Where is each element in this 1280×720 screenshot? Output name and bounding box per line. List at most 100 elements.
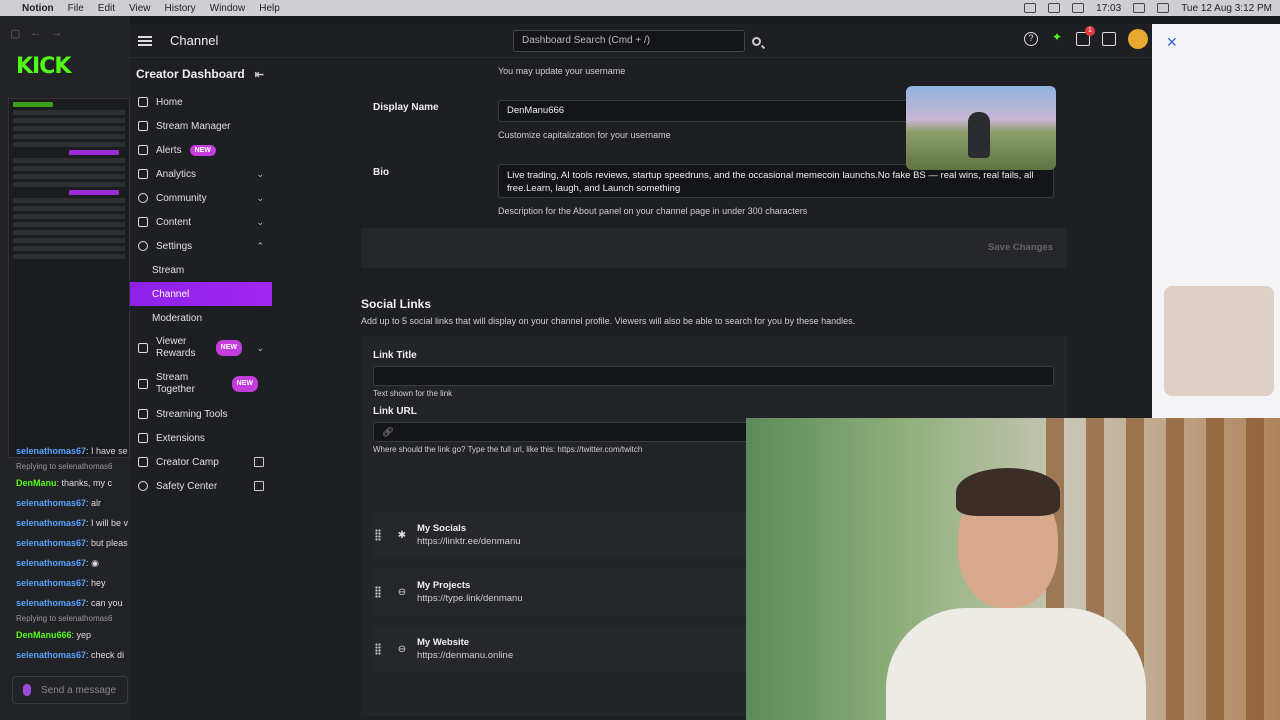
screen-thumbnail xyxy=(8,98,130,458)
username-hint: You may update your username xyxy=(498,66,626,76)
drag-handle-icon[interactable] xyxy=(375,643,381,655)
battery-icon[interactable] xyxy=(1157,3,1170,13)
chat-message: selenathomas67: I have se xyxy=(16,446,128,456)
chat-message: DenManu: thanks, my c xyxy=(16,478,113,488)
save-changes-button[interactable]: Save Changes xyxy=(988,242,1053,253)
date-text: Tue 12 Aug 3:12 PM xyxy=(1181,2,1272,14)
page-title: Channel xyxy=(170,33,219,48)
users-icon xyxy=(138,379,148,389)
chat-message: DenManu666: yep xyxy=(16,630,92,640)
link-url-label: Link URL xyxy=(373,406,417,417)
external-link-icon xyxy=(254,481,264,491)
chat-list: selenathomas67: I have se Replying to se… xyxy=(0,441,130,711)
bookmark-icon[interactable] xyxy=(1102,32,1116,46)
menu-window[interactable]: Window xyxy=(210,3,246,14)
sparkle-icon[interactable]: ✦ xyxy=(1050,31,1064,46)
sidebar-item-stream-together[interactable]: Stream Together NEW xyxy=(130,366,272,402)
bio-label: Bio xyxy=(373,167,390,178)
sidebar-item-stream[interactable]: Stream xyxy=(130,258,272,282)
chat-reply-context: Replying to selenathomas6 xyxy=(16,614,113,623)
menu-icon[interactable] xyxy=(138,35,152,46)
search-button[interactable] xyxy=(747,30,765,52)
chat-message: selenathomas67: ◉ xyxy=(16,558,99,568)
sidebar-item-stream-manager[interactable]: Stream Manager xyxy=(130,114,272,138)
menu-file[interactable]: File xyxy=(68,3,84,14)
social-links-heading: Social Links xyxy=(361,297,432,311)
gift-icon xyxy=(138,343,148,353)
home-icon xyxy=(138,97,148,107)
status-icon[interactable] xyxy=(1024,3,1037,13)
link-icon: ⊖ xyxy=(397,643,407,655)
chevron-down-icon: ⌄ xyxy=(256,168,264,179)
display-name-label: Display Name xyxy=(373,102,439,113)
menu-history[interactable]: History xyxy=(165,3,196,14)
sidebar-item-safety-center[interactable]: Safety Center xyxy=(130,474,272,498)
kick-logo: KICK xyxy=(16,54,71,79)
emote-icon: ◉ xyxy=(91,558,99,568)
sidebar-item-extensions[interactable]: Extensions xyxy=(130,426,272,450)
notification-badge: 1 xyxy=(1085,26,1095,36)
sidebar-heading: Creator Dashboard xyxy=(136,67,245,81)
drag-handle-icon[interactable] xyxy=(375,586,381,598)
chat-message: selenathomas67: hey xyxy=(16,578,106,588)
content-icon xyxy=(138,217,148,227)
screen-icon[interactable] xyxy=(1048,3,1061,13)
link-title-label: Link Title xyxy=(373,350,417,361)
sidebar-item-analytics[interactable]: Analytics ⌄ xyxy=(130,162,272,186)
link-icon: 🔗︎ xyxy=(382,427,395,438)
screen-share-panel: ▢ ← → KICK selenathomas67: I have se Rep… xyxy=(0,16,130,720)
sidebar-item-home[interactable]: Home xyxy=(130,90,272,114)
forward-icon[interactable]: → xyxy=(51,27,62,39)
camp-icon xyxy=(138,457,148,467)
avatar[interactable] xyxy=(1128,29,1148,49)
stream-manager-icon xyxy=(138,121,148,131)
link-title-input[interactable] xyxy=(373,366,1054,386)
side-app-panel: ✕ xyxy=(1152,24,1280,418)
mic-icon[interactable] xyxy=(23,684,31,696)
social-link-row[interactable]: ⊖ My Projects https://type.link/denmanu xyxy=(373,569,753,615)
chat-message: selenathomas67: but pleas xyxy=(16,538,128,548)
link-url-hint: Where should the link go? Type the full … xyxy=(373,445,643,454)
chat-message: selenathomas67: I will be v xyxy=(16,518,129,528)
webcam-thumbnail xyxy=(1164,286,1274,396)
menu-edit[interactable]: Edit xyxy=(98,3,115,14)
sidebar-item-alerts[interactable]: Alerts NEW xyxy=(130,138,272,162)
social-link-row[interactable]: ✱ My Socials https://linktr.ee/denmanu xyxy=(373,512,753,558)
menu-view[interactable]: View xyxy=(129,3,151,14)
external-link-icon xyxy=(254,457,264,467)
sidebar-item-viewer-rewards[interactable]: Viewer Rewards NEW ⌄ xyxy=(130,330,272,366)
sidebar-toggle-icon[interactable]: ▢ xyxy=(10,27,20,40)
sidebar-item-community[interactable]: Community ⌄ xyxy=(130,186,272,210)
sidebar-item-content[interactable]: Content ⌄ xyxy=(130,210,272,234)
chat-message: selenathomas67: can you xyxy=(16,598,123,608)
dashboard-search-input[interactable]: Dashboard Search (Cmd + /) xyxy=(513,30,745,52)
help-icon[interactable]: ? xyxy=(1024,32,1038,46)
social-link-row[interactable]: ⊖ My Website https://denmanu.online xyxy=(373,626,753,672)
save-bar xyxy=(361,228,1067,268)
sidebar-item-creator-camp[interactable]: Creator Camp xyxy=(130,450,272,474)
social-links-description: Add up to 5 social links that will displ… xyxy=(361,316,856,326)
puzzle-icon xyxy=(138,433,148,443)
tools-icon xyxy=(138,409,148,419)
chart-icon xyxy=(138,169,148,179)
chat-input[interactable]: Send a message xyxy=(12,676,128,704)
chevron-down-icon: ⌄ xyxy=(256,216,264,227)
sidebar-item-settings[interactable]: Settings ⌃ xyxy=(130,234,272,258)
menu-help[interactable]: Help xyxy=(259,3,280,14)
back-icon[interactable]: ← xyxy=(30,27,41,39)
link-icon: ⊖ xyxy=(397,586,407,598)
sidebar-item-streaming-tools[interactable]: Streaming Tools xyxy=(130,402,272,426)
chat-message: selenathomas67: check di xyxy=(16,650,125,660)
close-icon[interactable]: ✕ xyxy=(1166,34,1178,51)
wifi-icon[interactable] xyxy=(1133,3,1146,13)
search-icon xyxy=(751,36,761,46)
sidebar-item-moderation[interactable]: Moderation xyxy=(130,306,272,330)
collapse-sidebar-icon[interactable]: ⇤ xyxy=(255,68,264,81)
drag-handle-icon[interactable] xyxy=(375,529,381,541)
bio-hint: Description for the About panel on your … xyxy=(498,206,808,216)
menu-app-name[interactable]: Notion xyxy=(22,3,54,14)
camera-icon[interactable] xyxy=(1072,3,1085,13)
inbox-icon[interactable]: 1 xyxy=(1076,26,1095,46)
sidebar-item-channel[interactable]: Channel xyxy=(130,282,272,306)
asterisk-icon: ✱ xyxy=(397,529,407,541)
